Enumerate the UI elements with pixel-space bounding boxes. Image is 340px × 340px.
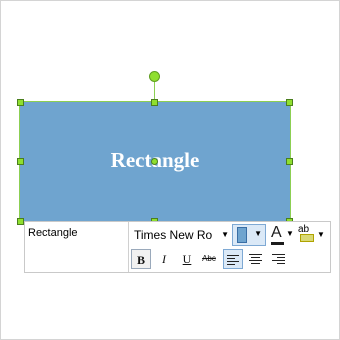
italic-button[interactable]: I (154, 249, 174, 269)
chevron-down-icon: ▼ (286, 229, 294, 238)
rotation-handle[interactable] (149, 71, 160, 82)
resize-handle-right[interactable] (286, 158, 293, 165)
chevron-down-icon: ▼ (317, 230, 325, 239)
font-color-button[interactable]: A ▼ (269, 224, 295, 245)
highlight-button[interactable]: ab ▼ (296, 224, 328, 246)
fill-color-button[interactable]: ▼ (232, 224, 266, 246)
font-name-select[interactable]: Times New Ro ▼ (131, 226, 231, 244)
center-handle[interactable] (151, 158, 158, 165)
chevron-down-icon: ▼ (221, 230, 229, 239)
align-center-button[interactable] (246, 249, 266, 269)
shape-text-input[interactable]: Rectangle (25, 222, 129, 272)
underline-button[interactable]: U (177, 249, 197, 269)
font-name-value: Times New Ro (134, 228, 213, 242)
chevron-down-icon: ▼ (254, 229, 262, 238)
resize-handle-left[interactable] (17, 158, 24, 165)
font-color-bar (271, 242, 284, 245)
font-color-icon: A (271, 224, 282, 241)
align-left-button[interactable] (223, 249, 243, 269)
fill-color-icon (237, 227, 247, 243)
resize-handle-bottom-left[interactable] (17, 218, 24, 225)
resize-handle-top-right[interactable] (286, 99, 293, 106)
align-right-button[interactable] (269, 249, 289, 269)
strikethrough-button[interactable]: Abc (199, 249, 219, 269)
highlighter-pen-icon (300, 234, 314, 242)
resize-handle-top-left[interactable] (17, 99, 24, 106)
resize-handle-top[interactable] (151, 99, 158, 106)
text-format-toolbar: Rectangle Times New Ro ▼ ▼ A ▼ ab ▼ B I … (24, 221, 331, 273)
bold-button[interactable]: B (131, 249, 151, 269)
